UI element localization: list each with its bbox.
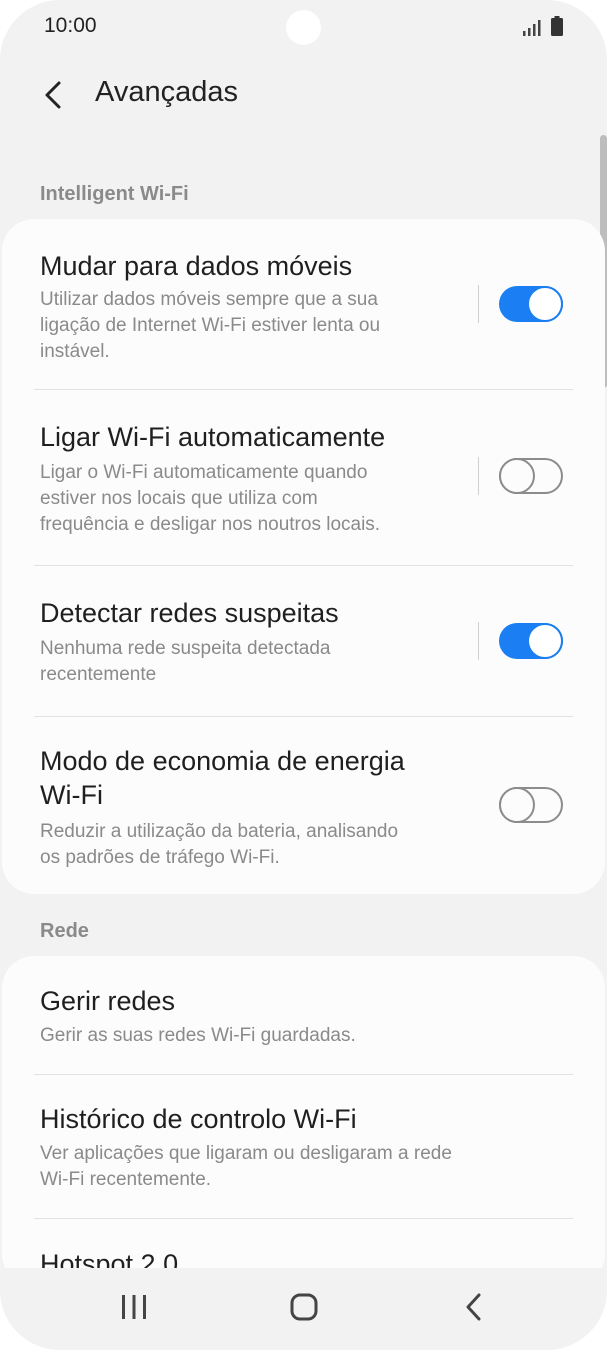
rede-card: Gerir redes Gerir as suas redes Wi-Fi gu… bbox=[2, 956, 605, 1286]
setting-row-wifi-control-history[interactable]: Histórico de controlo Wi-Fi Ver aplicaçõ… bbox=[2, 1075, 605, 1218]
phone-screen: 10:00 Avançadas Intelligent Wi-Fi Mudar … bbox=[0, 0, 607, 1350]
back-button[interactable] bbox=[30, 72, 76, 118]
front-camera bbox=[286, 10, 321, 45]
setting-row-manage-networks[interactable]: Gerir redes Gerir as suas redes Wi-Fi gu… bbox=[2, 956, 605, 1074]
setting-subtitle: Utilizar dados móveis sempre que a sua l… bbox=[40, 289, 381, 362]
navigation-bar bbox=[0, 1268, 607, 1350]
setting-title: Mudar para dados móveis bbox=[40, 251, 353, 281]
setting-row-switch-mobile-data[interactable]: Mudar para dados móveis Utilizar dados m… bbox=[2, 219, 605, 389]
toggle-separator bbox=[478, 285, 479, 323]
setting-subtitle: Gerir as suas redes Wi-Fi guardadas. bbox=[40, 1025, 356, 1046]
setting-subtitle: Reduzir a utilização da bateria, analisa… bbox=[40, 821, 399, 868]
setting-row-auto-wifi[interactable]: Ligar Wi-Fi automaticamente Ligar o Wi-F… bbox=[2, 390, 605, 565]
setting-title: Detectar redes suspeitas bbox=[40, 598, 339, 628]
detect-suspicious-toggle[interactable] bbox=[499, 623, 563, 659]
section-label-rede: Rede bbox=[40, 920, 89, 942]
status-time: 10:00 bbox=[44, 14, 97, 37]
page-title: Avançadas bbox=[95, 76, 238, 108]
status-bar: 10:00 bbox=[0, 0, 607, 55]
intelligent-wifi-card: Mudar para dados móveis Utilizar dados m… bbox=[2, 219, 605, 894]
wifi-power-saving-toggle[interactable] bbox=[499, 787, 563, 823]
app-header: Avançadas bbox=[0, 60, 607, 130]
recents-icon bbox=[122, 1295, 146, 1319]
home-button[interactable] bbox=[274, 1282, 334, 1332]
recents-button[interactable] bbox=[104, 1282, 164, 1332]
home-icon bbox=[290, 1293, 318, 1321]
setting-subtitle: Nenhuma rede suspeita detectada recentem… bbox=[40, 638, 331, 685]
setting-row-detect-suspicious[interactable]: Detectar redes suspeitas Nenhuma rede su… bbox=[2, 566, 605, 716]
setting-title: Gerir redes bbox=[40, 986, 176, 1016]
battery-icon bbox=[551, 16, 563, 36]
back-nav-button[interactable] bbox=[444, 1282, 504, 1332]
setting-title: Modo de economia de energia Wi-Fi bbox=[40, 746, 405, 810]
toggle-separator bbox=[478, 457, 479, 495]
back-icon bbox=[466, 1293, 481, 1321]
section-label-intelligent-wifi: Intelligent Wi-Fi bbox=[40, 183, 189, 205]
setting-row-wifi-power-saving[interactable]: Modo de economia de energia Wi-Fi Reduzi… bbox=[2, 717, 605, 894]
setting-title: Ligar Wi-Fi automaticamente bbox=[40, 422, 386, 452]
setting-subtitle: Ver aplicações que ligaram ou desligaram… bbox=[40, 1143, 452, 1190]
toggle-separator bbox=[478, 622, 479, 660]
setting-subtitle: Ligar o Wi-Fi automaticamente quando est… bbox=[40, 462, 381, 535]
switch-mobile-data-toggle[interactable] bbox=[499, 286, 563, 322]
setting-title: Histórico de controlo Wi-Fi bbox=[40, 1104, 357, 1134]
chevron-left-icon bbox=[45, 81, 61, 109]
auto-wifi-toggle[interactable] bbox=[499, 458, 563, 494]
signal-icon bbox=[523, 20, 541, 36]
status-icons bbox=[523, 16, 563, 36]
